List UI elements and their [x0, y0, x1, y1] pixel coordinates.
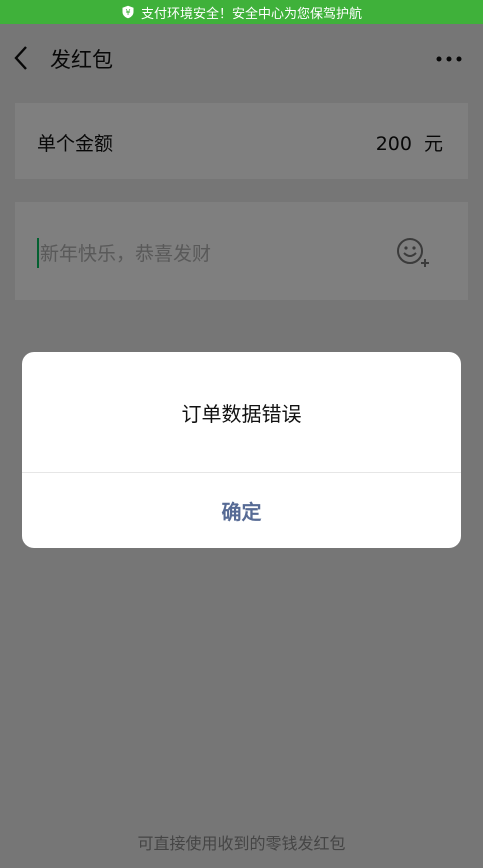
- svg-text:¥: ¥: [125, 8, 130, 17]
- security-banner: ¥ 支付环境安全！安全中心为您保驾护航: [0, 0, 483, 24]
- error-dialog: 订单数据错误 确定: [22, 352, 461, 548]
- confirm-button[interactable]: 确定: [22, 473, 461, 548]
- shield-icon: ¥: [122, 5, 134, 19]
- dialog-message: 订单数据错误: [181, 401, 302, 426]
- security-banner-text: 支付环境安全！安全中心为您保驾护航: [140, 6, 362, 22]
